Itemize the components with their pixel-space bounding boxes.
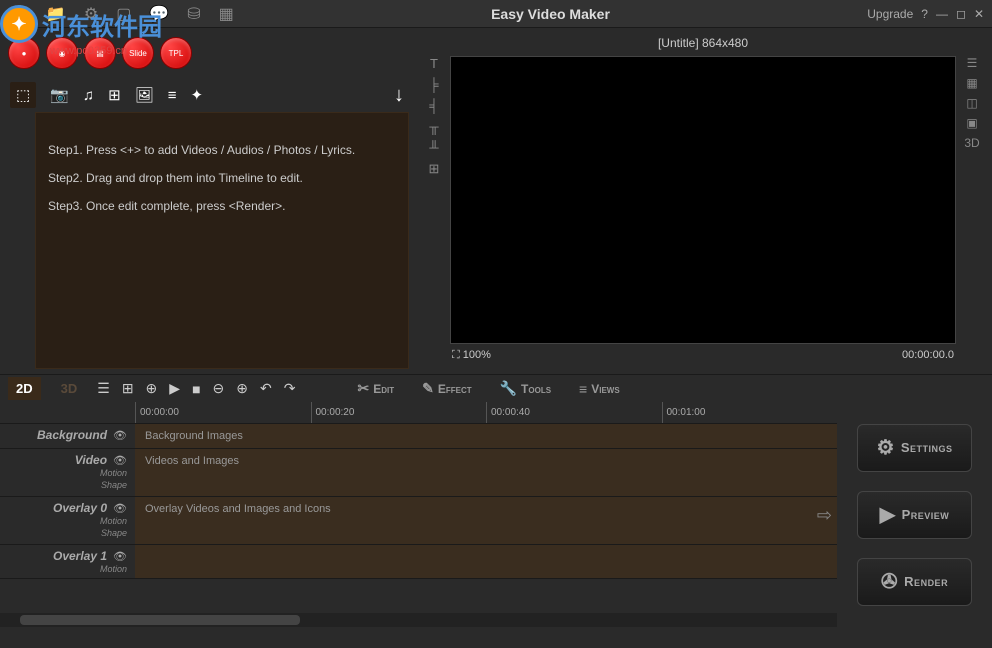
preview-panel: [Untitle] 864x480 T ╞ ╡ ╥ ╨ ⊞ ☰ ▦ ◫ ▣ 3D…: [414, 28, 992, 374]
puzzle-icon[interactable]: ✦: [191, 86, 204, 104]
layers-icon[interactable]: ◫: [966, 96, 977, 110]
align-right-icon[interactable]: ╡: [429, 98, 438, 113]
time-mark: 00:00:40: [486, 402, 662, 423]
views-section-button[interactable]: ≡Views: [571, 381, 628, 397]
camera-icon[interactable]: 📷: [50, 86, 69, 104]
watermark-url: www.pc0359.cn: [50, 45, 127, 57]
watermark-text: 河东软件园: [42, 7, 162, 42]
app-title: Easy Video Maker: [234, 6, 867, 22]
add-media-icon[interactable]: ⊞: [108, 86, 121, 104]
preview-right-tools: ☰ ▦ ◫ ▣ 3D: [960, 56, 984, 344]
layer-icon[interactable]: ▦: [966, 76, 977, 90]
time-mark: 00:00:00: [135, 402, 311, 423]
mode-2d-button[interactable]: 2D: [8, 377, 41, 400]
instruction-step2: Step2. Drag and drop them into Timeline …: [48, 171, 396, 185]
time-mark: 00:01:00: [662, 402, 838, 423]
gear2-icon: ⚙: [876, 435, 894, 460]
zoom-in-icon[interactable]: ⊕: [236, 380, 248, 397]
instruction-step3: Step3. Once edit complete, press <Render…: [48, 199, 396, 213]
preview-title: [Untitle] 864x480: [422, 36, 984, 56]
text-tool-icon[interactable]: T: [430, 56, 438, 71]
text-icon[interactable]: ≡: [168, 87, 177, 104]
timecode: 00:00:00.0: [902, 349, 954, 361]
play-icon[interactable]: ▶: [169, 380, 180, 397]
instructions-area: Step1. Press <+> to add Videos / Audios …: [35, 112, 409, 369]
image-icon[interactable]: 🖼: [135, 86, 154, 104]
track-overlay0[interactable]: Overlay 0👁MotionShape Overlay Videos and…: [0, 497, 837, 545]
wand2-icon: ✎: [422, 380, 434, 397]
music-icon[interactable]: ♫: [83, 87, 94, 104]
settings-button[interactable]: ⚙Settings: [857, 424, 972, 472]
eye-icon[interactable]: 👁: [113, 550, 127, 563]
fullscreen-icon[interactable]: ⛶ 100%: [452, 349, 491, 362]
scrollbar-thumb[interactable]: [20, 615, 300, 625]
colors-icon[interactable]: ▦: [219, 4, 234, 24]
eye-icon[interactable]: 👁: [113, 502, 127, 515]
tpl-button[interactable]: TPL: [160, 37, 192, 69]
timeline-scrollbar[interactable]: [0, 613, 837, 627]
mode-3d-button[interactable]: 3D: [53, 377, 86, 400]
menu-icon[interactable]: ☰: [967, 56, 978, 70]
timeline-toolbar: 2D 3D ☰ ⊞ ⊕ ▶ ■ ⊖ ⊕ ↶ ↷ ✂Edit ✎Effect 🔧T…: [0, 374, 992, 402]
up-icon[interactable]: ⊕: [146, 380, 158, 397]
lines-icon: ≡: [579, 381, 587, 397]
redo-icon[interactable]: ↷: [284, 380, 296, 397]
grid-view-icon[interactable]: ⊞: [122, 380, 134, 397]
scissors-icon: ✂: [357, 380, 369, 397]
eye-icon[interactable]: 👁: [113, 454, 127, 467]
reel-icon: ✇: [881, 569, 898, 594]
watermark-logo: ✦: [0, 5, 38, 43]
track-background[interactable]: Background👁 Background Images: [0, 424, 837, 449]
grid-icon[interactable]: ⊞: [429, 161, 440, 177]
help-icon[interactable]: ?: [921, 7, 928, 21]
watermark-overlay: ✦ 河东软件园 www.pc0359.cn: [0, 5, 162, 43]
media-panel: ● ◉ ▤ Slide TPL ⬚ 📷 ♫ ⊞ 🖼 ≡ ✦ ↓ Step1. P…: [0, 28, 414, 374]
effect-section-button[interactable]: ✎Effect: [414, 380, 480, 397]
database-icon[interactable]: ⛁: [187, 4, 200, 24]
3d-icon[interactable]: 3D: [964, 136, 979, 150]
timeline: 00:00:00 00:00:20 00:00:40 00:01:00 Back…: [0, 402, 837, 627]
arrow-right-icon: ⇨: [817, 505, 832, 526]
preview-screen[interactable]: [450, 56, 956, 344]
zoom-out-icon[interactable]: ⊖: [213, 380, 225, 397]
undo-icon[interactable]: ↶: [260, 380, 272, 397]
film-icon[interactable]: ⬚: [10, 82, 36, 108]
align-top-icon[interactable]: ╥: [429, 119, 438, 134]
box-icon[interactable]: ▣: [966, 116, 977, 130]
minimize-icon[interactable]: —: [936, 7, 948, 21]
align-bottom-icon[interactable]: ╨: [429, 140, 438, 155]
preview-button[interactable]: ▶Preview: [857, 491, 972, 539]
time-mark: 00:00:20: [311, 402, 487, 423]
action-panel: ⚙Settings ▶Preview ✇Render: [837, 402, 992, 627]
track-video[interactable]: Video👁MotionShape Videos and Images: [0, 449, 837, 497]
instruction-step1: Step1. Press <+> to add Videos / Audios …: [48, 143, 396, 157]
render-button[interactable]: ✇Render: [857, 558, 972, 606]
edit-section-button[interactable]: ✂Edit: [349, 380, 402, 397]
tools-section-button[interactable]: 🔧Tools: [492, 380, 559, 397]
wrench-icon: 🔧: [500, 380, 517, 397]
align-left-icon[interactable]: ╞: [429, 77, 438, 92]
upgrade-link[interactable]: Upgrade: [867, 7, 913, 21]
play2-icon: ▶: [880, 502, 896, 527]
list-icon[interactable]: ☰: [97, 380, 110, 397]
maximize-icon[interactable]: ◻: [956, 7, 966, 21]
download-icon[interactable]: ↓: [394, 84, 404, 107]
media-tabs: ⬚ 📷 ♫ ⊞ 🖼 ≡ ✦ ↓: [0, 78, 414, 112]
close-icon[interactable]: ✕: [974, 7, 984, 21]
preview-left-tools: T ╞ ╡ ╥ ╨ ⊞: [422, 56, 446, 344]
eye-icon[interactable]: 👁: [113, 429, 127, 442]
stop-icon[interactable]: ■: [192, 381, 200, 397]
time-ruler[interactable]: 00:00:00 00:00:20 00:00:40 00:01:00: [0, 402, 837, 424]
track-overlay1[interactable]: Overlay 1👁Motion: [0, 545, 837, 579]
